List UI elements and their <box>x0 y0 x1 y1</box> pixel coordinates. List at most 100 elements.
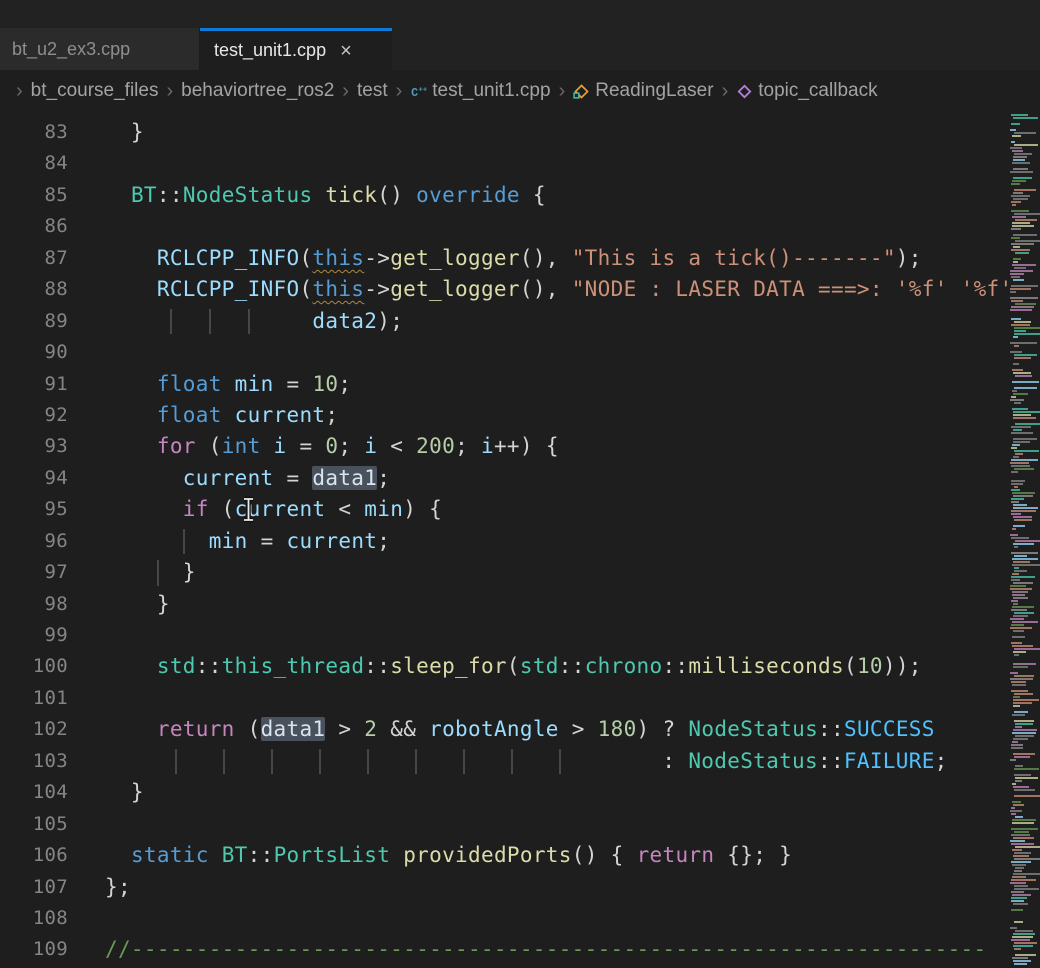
chevron-right-icon: › <box>559 80 566 103</box>
editor[interactable]: 83 }8485 BT::NodeStatus tick() override … <box>0 112 1008 968</box>
code-token <box>222 372 235 396</box>
code-line[interactable]: 93 for (int i = 0; i < 200; i++) { <box>0 431 1008 462</box>
minimap-line <box>1011 609 1027 611</box>
code-line[interactable]: 108 <box>0 903 1008 934</box>
code-token: ( <box>196 434 222 458</box>
minimap-line <box>1014 327 1040 329</box>
code-token: {}; } <box>714 843 792 867</box>
minimap[interactable] <box>1008 112 1040 968</box>
minimap-line <box>1015 453 1024 455</box>
code-line[interactable]: 101 <box>0 683 1008 714</box>
code-token: std <box>157 654 196 678</box>
minimap-line <box>1012 594 1025 596</box>
minimap-line <box>1014 267 1026 269</box>
minimap-line <box>1011 537 1029 539</box>
code-line[interactable]: 104 } <box>0 777 1008 808</box>
code-line[interactable]: 92 float current; <box>0 400 1008 431</box>
minimap-line <box>1015 735 1034 737</box>
minimap-line <box>1015 954 1036 956</box>
code-text <box>68 337 105 368</box>
line-number: 96 <box>0 526 68 557</box>
code-line[interactable]: 97 } <box>0 557 1008 588</box>
code-line[interactable]: 94 current = data1; <box>0 463 1008 494</box>
code-line[interactable]: 87 RCLCPP_INFO(this->get_logger(), "This… <box>0 243 1008 274</box>
code-line[interactable]: 85 BT::NodeStatus tick() override { <box>0 180 1008 211</box>
code-line[interactable]: 100 std::this_thread::sleep_for(std::chr… <box>0 651 1008 682</box>
minimap-line <box>1011 747 1022 749</box>
line-number: 92 <box>0 400 68 431</box>
minimap-line <box>1011 276 1020 278</box>
code-line[interactable]: 103 : NodeStatus::FAILURE; <box>0 746 1008 777</box>
minimap-line <box>1011 843 1034 845</box>
breadcrumb-item[interactable]: topic_callback <box>736 80 877 102</box>
code-line[interactable]: 89 data2); <box>0 306 1008 337</box>
minimap-line <box>1010 462 1028 464</box>
minimap-line <box>1015 780 1023 782</box>
code-line[interactable]: 98 } <box>0 589 1008 620</box>
minimap-line <box>1013 456 1019 458</box>
code-token: std <box>520 654 559 678</box>
code-token: ( <box>235 717 261 741</box>
minimap-line <box>1013 393 1028 395</box>
breadcrumb-label: behaviortree_ros2 <box>181 80 334 102</box>
minimap-line <box>1014 321 1031 323</box>
minimap-line <box>1015 726 1022 728</box>
breadcrumb-item[interactable]: C++test_unit1.cpp <box>410 80 550 102</box>
minimap-line <box>1011 300 1023 302</box>
code-line[interactable]: 109//-----------------------------------… <box>0 934 1008 965</box>
breadcrumb-label: test <box>357 80 388 102</box>
code-line[interactable]: 96 min = current; <box>0 526 1008 557</box>
code-token: get_logger <box>390 277 520 301</box>
minimap-line <box>1013 702 1032 704</box>
code-token: float <box>157 372 222 396</box>
breadcrumb-item[interactable]: bt_course_files <box>31 80 159 102</box>
code-line[interactable]: 90 <box>0 337 1008 368</box>
code-line[interactable]: 88 RCLCPP_INFO(this->get_logger(), "NODE… <box>0 274 1008 305</box>
code-token: < <box>377 434 416 458</box>
breadcrumb-item[interactable]: test <box>357 80 388 102</box>
code-line[interactable]: 95 if (current < min) { <box>0 494 1008 525</box>
close-icon[interactable]: × <box>340 41 352 61</box>
code-token: 2 <box>364 717 377 741</box>
code-token: ); <box>377 309 403 333</box>
code-line[interactable]: 86 <box>0 211 1008 242</box>
minimap-line <box>1010 585 1026 587</box>
minimap-line <box>1013 561 1029 563</box>
minimap-line <box>1013 117 1038 119</box>
code-token: tick <box>325 183 377 207</box>
indent-guide <box>209 309 211 334</box>
breadcrumb-item[interactable]: ReadingLaser <box>573 80 713 102</box>
minimap-line <box>1010 627 1032 629</box>
minimap-line <box>1014 330 1026 332</box>
tab-bt_u2_ex3[interactable]: bt_u2_ex3.cpp <box>0 28 200 70</box>
code-line[interactable]: 107}; <box>0 872 1008 903</box>
code-line[interactable]: 91 float min = 10; <box>0 369 1008 400</box>
minimap-line <box>1013 441 1030 443</box>
code-line[interactable]: 102 return (data1 > 2 && robotAngle > 18… <box>0 714 1008 745</box>
minimap-line <box>1013 663 1036 665</box>
code-token: providedPorts <box>403 843 572 867</box>
tab-test_unit1[interactable]: test_unit1.cpp × <box>200 28 392 70</box>
code-token: PortsList <box>274 843 391 867</box>
minimap-line <box>1013 411 1040 413</box>
code-token: (), <box>520 246 572 270</box>
minimap-line <box>1014 768 1039 770</box>
code-line[interactable]: 84 <box>0 148 1008 179</box>
indent-guide <box>248 309 250 334</box>
code-text <box>68 683 105 714</box>
code-token <box>222 403 235 427</box>
line-number: 85 <box>0 180 68 211</box>
minimap-line <box>1010 927 1017 929</box>
minimap-line <box>1014 942 1037 944</box>
svg-text:++: ++ <box>419 84 428 93</box>
code-text <box>68 148 105 179</box>
code-line[interactable]: 83 } <box>0 117 1008 148</box>
code-line[interactable]: 99 <box>0 620 1008 651</box>
code-line[interactable]: 105 <box>0 809 1008 840</box>
code-token: = <box>274 372 313 396</box>
code-token: FAILURE <box>844 749 935 773</box>
code-line[interactable]: 106 static BT::PortsList providedPorts()… <box>0 840 1008 871</box>
code-token: BT <box>222 843 248 867</box>
minimap-line <box>1010 147 1022 149</box>
breadcrumb-item[interactable]: behaviortree_ros2 <box>181 80 334 102</box>
